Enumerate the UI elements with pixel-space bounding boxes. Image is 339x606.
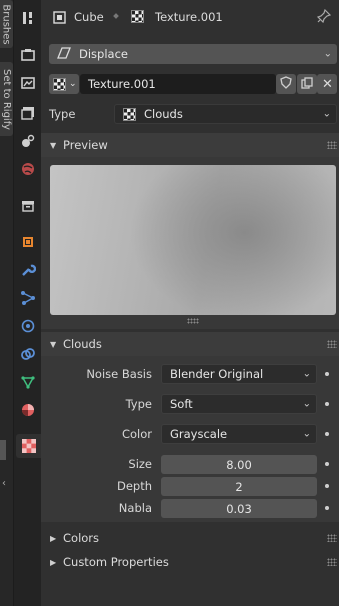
drag-grip-icon[interactable] xyxy=(327,141,337,149)
shield-icon xyxy=(280,76,292,92)
vertical-tab-label: Brushes xyxy=(1,3,13,45)
object-tab-icon[interactable] xyxy=(19,233,37,251)
drag-grip-icon[interactable] xyxy=(327,534,337,542)
texture-tab-icon[interactable] xyxy=(16,434,41,458)
breadcrumb-texture[interactable]: Texture.001 xyxy=(155,10,223,24)
drag-grip-icon[interactable] xyxy=(327,340,337,348)
depth-label: Depth xyxy=(116,479,152,493)
duplicate-icon xyxy=(301,76,313,92)
tool-tab-icon[interactable] xyxy=(19,9,37,27)
drag-grip-icon[interactable] xyxy=(327,558,337,566)
size-label: Size xyxy=(128,457,152,471)
material-tab-icon[interactable] xyxy=(19,401,37,419)
preview-panel-header[interactable]: ▼ Preview xyxy=(41,133,339,157)
expanded-triangle-icon: ▼ xyxy=(50,339,57,349)
keyframe-dot-icon[interactable] xyxy=(325,432,329,436)
noise-type-value: Soft xyxy=(170,397,193,411)
vertical-tab-set-to-rigify[interactable]: Set to Rigify xyxy=(0,62,13,136)
vertical-tab-brushes[interactable]: Brushes xyxy=(0,0,13,48)
collection-tab-icon[interactable] xyxy=(19,197,37,215)
color-mode-value: Grayscale xyxy=(170,427,228,441)
texture-preview-icon xyxy=(53,77,66,91)
nabla-value: 0.03 xyxy=(226,501,252,516)
collapse-arrow-icon[interactable]: ‹ xyxy=(2,478,6,489)
modifier-selector[interactable]: Displace ⌄ xyxy=(49,44,337,64)
noise-basis-label: Noise Basis xyxy=(86,367,152,381)
left-editor-strip: Brushes Set to Rigify ‹ xyxy=(0,0,14,606)
output-tab-icon[interactable] xyxy=(19,74,37,92)
chevron-down-icon: ⌄ xyxy=(302,398,311,410)
properties-header: Cube Texture.001 xyxy=(41,0,339,36)
size-number-field[interactable]: 8.00 xyxy=(161,455,317,474)
fake-user-button[interactable] xyxy=(276,74,296,94)
texture-browse-button[interactable]: ⌄ xyxy=(49,74,79,94)
noise-type-dropdown[interactable]: Soft ⌄ xyxy=(161,394,317,414)
preview-resize-handle[interactable] xyxy=(187,318,199,324)
chevron-down-icon: ⌄ xyxy=(322,108,331,120)
modifier-name: Displace xyxy=(79,47,128,61)
particles-tab-icon[interactable] xyxy=(19,289,37,307)
color-mode-dropdown[interactable]: Grayscale ⌄ xyxy=(161,424,317,444)
unlink-texture-button[interactable]: ✕ xyxy=(317,74,337,94)
panel-title: Custom Properties xyxy=(63,555,169,569)
close-icon: ✕ xyxy=(322,76,333,92)
colors-panel-header[interactable]: ▶ Colors xyxy=(41,526,339,550)
texture-type-icon xyxy=(123,107,136,121)
chevron-down-icon: ⌄ xyxy=(69,79,77,89)
texture-type-dropdown[interactable]: Clouds ⌄ xyxy=(114,104,337,124)
noise-basis-dropdown[interactable]: Blender Original ⌄ xyxy=(161,364,317,384)
modifier-displace-icon xyxy=(57,46,71,62)
panel-title: Preview xyxy=(63,138,108,152)
expanded-triangle-icon: ▼ xyxy=(50,140,57,150)
chevron-down-icon: ⌄ xyxy=(302,428,311,440)
render-tab-icon[interactable] xyxy=(19,46,37,64)
color-label: Color xyxy=(121,427,152,441)
modifier-wrench-icon[interactable] xyxy=(19,261,37,279)
physics-tab-icon[interactable] xyxy=(19,317,37,335)
vertical-tab-label: Set to Rigify xyxy=(1,68,12,130)
collapsed-triangle-icon: ▶ xyxy=(50,533,57,543)
properties-tab-column xyxy=(14,0,41,606)
clouds-panel-header[interactable]: ▼ Clouds xyxy=(41,332,339,356)
data-mesh-tab-icon[interactable] xyxy=(19,373,37,391)
chevron-down-icon: ⌄ xyxy=(323,48,332,60)
depth-number-field[interactable]: 2 xyxy=(161,477,317,496)
breadcrumb-object[interactable]: Cube xyxy=(74,10,104,24)
keyframe-dot-icon[interactable] xyxy=(325,462,329,466)
world-tab-icon[interactable] xyxy=(19,160,37,178)
duplicate-texture-button[interactable] xyxy=(297,74,317,94)
texture-name-value: Texture.001 xyxy=(88,77,156,91)
keyframe-dot-icon[interactable] xyxy=(325,372,329,376)
size-value: 8.00 xyxy=(226,457,252,472)
noise-basis-value: Blender Original xyxy=(170,367,264,381)
type-label: Type xyxy=(49,107,76,121)
constraints-tab-icon[interactable] xyxy=(19,345,37,363)
view-layer-tab-icon[interactable] xyxy=(19,104,37,122)
chevron-down-icon: ⌄ xyxy=(302,368,311,380)
editor-edge-handle[interactable] xyxy=(0,440,6,460)
breadcrumb-separator-icon xyxy=(113,13,119,19)
noise-type-label: Type xyxy=(125,397,152,411)
custom-properties-panel-header[interactable]: ▶ Custom Properties xyxy=(41,550,339,574)
nabla-label: Nabla xyxy=(118,501,152,515)
scene-tab-icon[interactable] xyxy=(19,132,37,150)
collapsed-triangle-icon: ▶ xyxy=(50,557,57,567)
pin-icon[interactable] xyxy=(316,8,332,26)
texture-preview-image xyxy=(50,165,336,315)
keyframe-dot-icon[interactable] xyxy=(325,484,329,488)
keyframe-dot-icon[interactable] xyxy=(325,506,329,510)
texture-type-value: Clouds xyxy=(144,107,183,121)
texture-name-field[interactable]: Texture.001 xyxy=(80,74,276,94)
panel-title: Clouds xyxy=(63,337,102,351)
nabla-number-field[interactable]: 0.03 xyxy=(161,499,317,518)
object-cube-icon xyxy=(53,11,66,27)
keyframe-dot-icon[interactable] xyxy=(325,402,329,406)
texture-checker-icon xyxy=(131,10,144,26)
panel-title: Colors xyxy=(63,531,100,545)
depth-value: 2 xyxy=(235,479,243,494)
